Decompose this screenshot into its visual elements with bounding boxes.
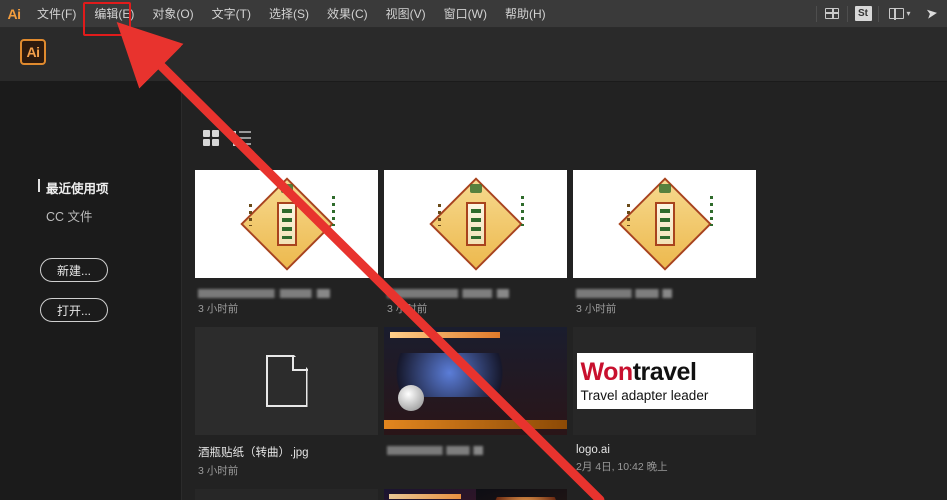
file-meta <box>384 435 567 455</box>
view-toggle-group <box>203 130 251 146</box>
recent-files-grid: 3 小时前 3 小时前 3 小时前 酒瓶贴纸（转曲）.jpg 3 小时前 Won… <box>192 170 947 500</box>
menu-effect[interactable]: 效果(C) <box>318 0 377 28</box>
file-date: 2月 4日, 10:42 晚上 <box>576 461 668 473</box>
file-meta: 3 小时前 <box>573 278 756 316</box>
label-artwork-thumb <box>233 177 341 271</box>
chevron-down-icon: ▾ <box>906 9 911 18</box>
search-rocket-icon[interactable]: ➤ <box>917 0 947 28</box>
file-thumbnail <box>573 170 756 278</box>
open-file-button[interactable]: 打开... <box>40 298 108 322</box>
app-logo-large-icon[interactable]: Ai <box>20 39 46 65</box>
grid-view-icon[interactable] <box>203 130 219 146</box>
file-date: 3 小时前 <box>198 465 239 477</box>
toolbar-divider <box>878 5 879 22</box>
menu-type[interactable]: 文字(T) <box>203 0 260 28</box>
menu-help[interactable]: 帮助(H) <box>496 0 555 28</box>
document-icon <box>266 355 308 407</box>
menu-object[interactable]: 对象(O) <box>143 0 202 28</box>
toolbar-divider <box>816 5 817 22</box>
file-name: 酒瓶贴纸（转曲）.jpg <box>198 447 309 459</box>
home-header-bar: Ai <box>0 28 947 82</box>
logo-word-travel: travel <box>632 357 697 386</box>
file-meta: 酒瓶贴纸（转曲）.jpg 3 小时前 <box>195 435 378 478</box>
menu-edit[interactable]: 编辑(E) <box>85 0 143 28</box>
menu-view[interactable]: 视图(V) <box>377 0 435 28</box>
menu-bar-right-tools: St ▾ ➤ <box>812 0 947 28</box>
file-date: 3 小时前 <box>576 303 617 315</box>
file-meta: 3 小时前 <box>195 278 378 316</box>
menu-window[interactable]: 窗口(W) <box>435 0 496 28</box>
file-name-redacted <box>576 289 672 298</box>
workspace-switcher-icon[interactable]: ▾ <box>883 0 917 28</box>
file-name: logo.ai <box>576 444 610 456</box>
sidebar-sections: 最近使用项 CC 文件 <box>38 178 109 225</box>
menu-file[interactable]: 文件(F) <box>28 0 85 28</box>
file-thumbnail: SANTA HATS CHRISTMAS merry christmas <box>195 489 378 500</box>
recent-files-panel: 3 小时前 3 小时前 3 小时前 酒瓶贴纸（转曲）.jpg 3 小时前 Won… <box>182 82 947 500</box>
sidebar-item-recent[interactable]: 最近使用项 <box>38 178 109 197</box>
product-poster-thumb <box>384 489 567 500</box>
toolbar-divider <box>847 5 848 22</box>
file-meta: 3 小时前 <box>384 278 567 316</box>
file-thumbnail: Wontravel Travel adapter leader <box>573 327 756 435</box>
recent-file-card[interactable]: 酒瓶贴纸（转曲）.jpg 3 小时前 <box>195 327 378 478</box>
arrange-documents-icon[interactable] <box>821 0 843 28</box>
recent-file-card[interactable] <box>384 327 567 478</box>
adobe-stock-icon[interactable]: St <box>852 0 874 28</box>
file-date: 3 小时前 <box>198 303 239 315</box>
home-body: 最近使用项 CC 文件 新建... 打开... 3 小时前 3 小时前 3 小时… <box>0 82 947 500</box>
sidebar-item-cc-files[interactable]: CC 文件 <box>38 206 109 225</box>
label-artwork-thumb <box>611 177 719 271</box>
adobe-stock-label: St <box>854 6 872 21</box>
file-date: 3 小时前 <box>387 303 428 315</box>
illustrator-home-screen: Ai 文件(F) 编辑(E) 对象(O) 文字(T) 选择(S) 效果(C) 视… <box>0 0 947 500</box>
recent-file-card[interactable]: 3 小时前 <box>384 170 567 316</box>
recent-file-card[interactable]: SANTA HATS CHRISTMAS merry christmas 547… <box>195 489 378 500</box>
recent-file-card[interactable]: 3 小时前 <box>573 170 756 316</box>
poster-artwork-thumb <box>384 327 567 435</box>
recent-file-card[interactable]: Wontravel Travel adapter leader logo.ai … <box>573 327 756 478</box>
file-thumbnail <box>195 327 378 435</box>
label-artwork-thumb <box>422 177 530 271</box>
new-file-button[interactable]: 新建... <box>40 258 108 282</box>
home-sidebar: 最近使用项 CC 文件 新建... 打开... <box>0 82 182 500</box>
recent-file-card[interactable]: 12月 21日, 10:39 晚上 <box>384 489 567 500</box>
file-meta: logo.ai 2月 4日, 10:42 晚上 <box>573 435 756 474</box>
file-thumbnail <box>384 489 567 500</box>
list-view-icon[interactable] <box>233 130 251 146</box>
app-logo-icon: Ai <box>7 5 22 22</box>
wontravel-logo-thumb: Wontravel Travel adapter leader <box>576 353 753 409</box>
file-name-redacted <box>198 289 330 298</box>
menu-select[interactable]: 选择(S) <box>260 0 318 28</box>
file-name-redacted <box>387 446 483 455</box>
file-name-redacted <box>387 289 509 298</box>
recent-file-card[interactable]: 3 小时前 <box>195 170 378 316</box>
logo-word-won: Won <box>580 357 634 386</box>
file-thumbnail <box>384 327 567 435</box>
file-thumbnail <box>195 170 378 278</box>
menu-bar: Ai 文件(F) 编辑(E) 对象(O) 文字(T) 选择(S) 效果(C) 视… <box>0 0 947 28</box>
file-thumbnail <box>384 170 567 278</box>
logo-tagline: Travel adapter leader <box>580 387 709 403</box>
